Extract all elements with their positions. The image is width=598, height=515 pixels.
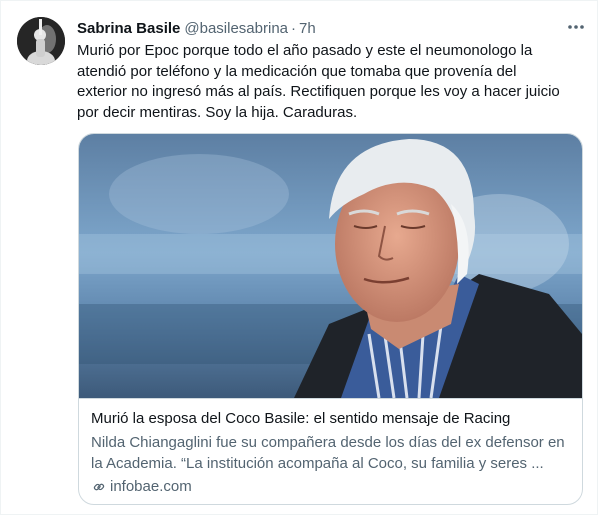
author-handle[interactable]: @basilesabrina [184,20,288,37]
tweet[interactable]: Sabrina Basile @basilesabrina · 7h Murió… [0,0,598,515]
tweet-timestamp[interactable]: 7h [299,20,316,37]
card-description: Nilda Chiangaglini fue su compañera desd… [91,434,565,472]
more-options-button[interactable] [565,17,587,37]
tweet-text: Murió por Epoc porque todo el año pasado… [77,42,560,121]
author-name[interactable]: Sabrina Basile [77,20,180,37]
link-icon [93,483,105,490]
card-domain-text: infobae.com [110,478,192,495]
card-body: Murió la esposa del Coco Basile: el sent… [79,398,582,504]
card-domain: infobae.com [91,478,192,495]
separator: · [291,19,297,37]
link-card[interactable]: Murió la esposa del Coco Basile: el sent… [78,133,583,505]
card-image [79,134,582,399]
more-horizontal-icon [568,25,584,29]
avatar[interactable] [17,17,65,65]
card-title: Murió la esposa del Coco Basile: el sent… [91,410,511,427]
tweet-header: Sabrina Basile @basilesabrina · 7h [77,17,581,39]
